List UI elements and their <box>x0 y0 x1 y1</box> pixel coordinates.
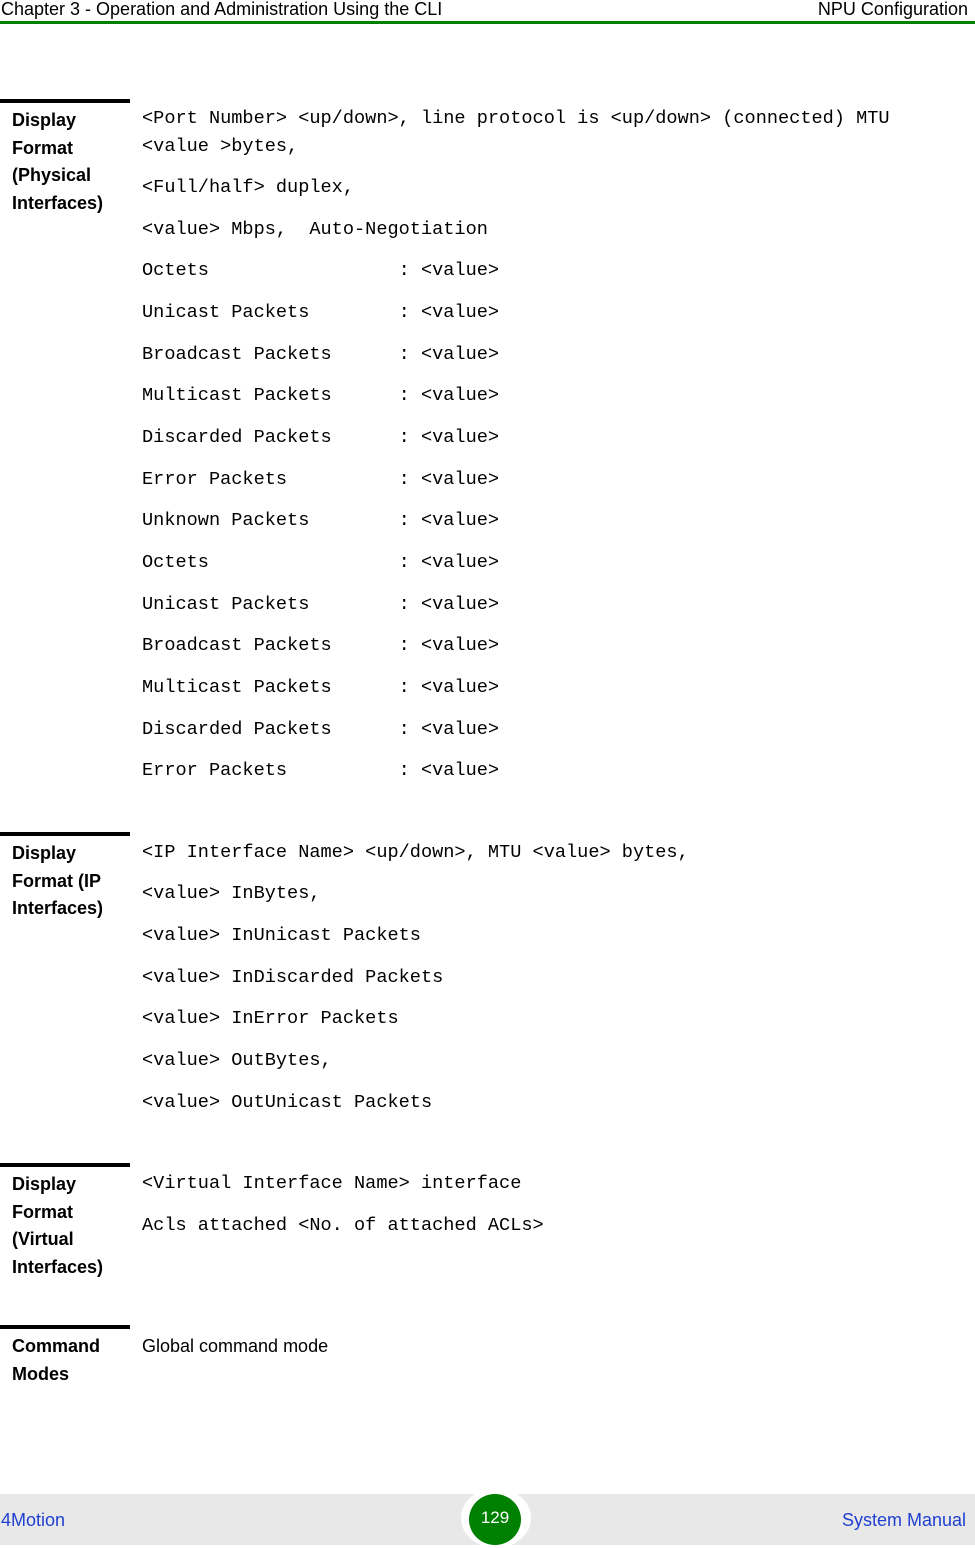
label-line: Interfaces) <box>12 898 104 918</box>
format-line: <value> OutUnicast Packets <box>142 1092 433 1113</box>
label-line: Command <box>12 1336 101 1356</box>
section-divider <box>0 1163 130 1167</box>
format-line: Octets : <value> <box>142 260 500 281</box>
command-mode-text: Global command mode <box>142 1336 329 1356</box>
format-line: Broadcast Packets : <value> <box>142 635 500 656</box>
format-line: Acls attached <No. of attached ACLs> <box>142 1215 544 1236</box>
format-line: Unicast Packets : <value> <box>142 594 500 615</box>
format-line: <value> Mbps, Auto-Negotiation <box>142 219 488 240</box>
format-line: <Port Number> <up/down>, line protocol i… <box>142 108 890 129</box>
section-label: Display Format (Virtual Interfaces) <box>12 1171 130 1281</box>
page-number-badge: 129 <box>469 1494 521 1545</box>
section-label: Display Format (Physical Interfaces) <box>12 107 130 217</box>
format-line: Octets : <value> <box>142 552 500 573</box>
page-header: Chapter 3 - Operation and Administration… <box>0 0 975 24</box>
display-format-physical-section: Display Format (Physical Interfaces) <Po… <box>0 99 975 799</box>
label-line: Interfaces) <box>12 1256 104 1277</box>
format-line: Error Packets : <value> <box>142 760 500 781</box>
section-divider <box>0 99 130 103</box>
format-line: Unicast Packets : <value> <box>142 302 500 323</box>
format-line: <value >bytes, <box>142 136 299 157</box>
format-line: <Virtual Interface Name> interface <box>142 1173 522 1194</box>
format-line: Discarded Packets : <value> <box>142 719 500 740</box>
document-title: System Manual <box>841 1510 966 1530</box>
format-line: <value> InDiscarded Packets <box>142 967 444 988</box>
section-label: Display Format (IP Interfaces) <box>12 840 130 923</box>
label-line: Modes <box>12 1363 70 1384</box>
format-line: Multicast Packets : <value> <box>142 385 500 406</box>
section-label: Command Modes <box>12 1333 130 1388</box>
display-format-ip-section: Display Format (IP Interfaces) <IP Inter… <box>0 832 975 1132</box>
format-line: <value> InBytes, <box>142 883 321 904</box>
format-line: Discarded Packets : <value> <box>142 427 500 448</box>
format-line: Unknown Packets : <value> <box>142 510 500 531</box>
label-line: Format <box>12 1201 74 1222</box>
format-line: <value> InUnicast Packets <box>142 925 421 946</box>
command-modes-section: Command Modes Global command mode <box>0 1325 975 1405</box>
format-line: <IP Interface Name> <up/down>, MTU <valu… <box>142 842 689 863</box>
label-line: (Physical <box>12 165 92 185</box>
format-line: <value> OutBytes, <box>142 1050 332 1071</box>
label-line: Display <box>12 1174 77 1194</box>
display-format-virtual-section: Display Format (Virtual Interfaces) <Vir… <box>0 1163 975 1303</box>
format-line: Multicast Packets : <value> <box>142 677 500 698</box>
label-line: (Virtual <box>12 1229 74 1249</box>
format-line: <Full/half> duplex, <box>142 177 355 198</box>
format-line: Error Packets : <value> <box>142 469 500 490</box>
section-divider <box>0 1325 130 1329</box>
format-line: <value> InError Packets <box>142 1008 399 1029</box>
page-footer: 4Motion 129 System Manual <box>0 1488 975 1548</box>
section-divider <box>0 832 130 836</box>
label-line: Display <box>12 843 77 863</box>
label-line: Format <box>12 137 74 158</box>
product-name: 4Motion <box>1 1510 66 1530</box>
format-line: Broadcast Packets : <value> <box>142 344 500 365</box>
chapter-title: Chapter 3 - Operation and Administration… <box>1 0 443 19</box>
label-line: Display <box>12 110 77 130</box>
label-line: Interfaces) <box>12 192 104 213</box>
section-title: NPU Configuration <box>817 0 968 19</box>
header-divider <box>0 21 975 24</box>
label-line: Format (IP <box>12 870 102 891</box>
